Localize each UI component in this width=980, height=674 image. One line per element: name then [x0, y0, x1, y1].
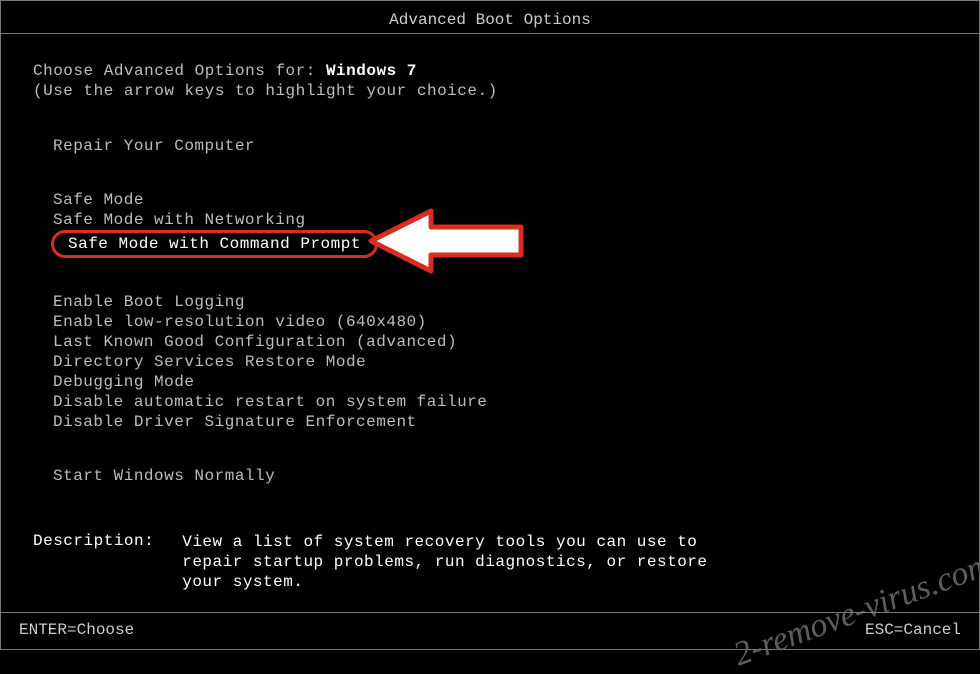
choose-prefix: Choose Advanced Options for:	[33, 62, 316, 80]
menu-item[interactable]: Repair Your Computer	[51, 136, 257, 156]
menu-item[interactable]: Start Windows Normally	[51, 466, 277, 486]
menu-item[interactable]: Directory Services Restore Mode	[51, 352, 368, 372]
description-label: Description:	[33, 532, 154, 592]
menu-item[interactable]: Enable low-resolution video (640x480)	[51, 312, 429, 332]
menu-item[interactable]: Debugging Mode	[51, 372, 196, 392]
menu-item[interactable]: Safe Mode with Networking	[51, 210, 308, 230]
description-text: View a list of system recovery tools you…	[182, 532, 712, 592]
status-bar: ENTER=Choose ESC=Cancel	[1, 612, 979, 649]
title-bar: Advanced Boot Options	[1, 1, 979, 34]
menu-group-gap	[51, 156, 947, 190]
menu-item[interactable]: Safe Mode with Command Prompt	[51, 230, 378, 258]
description-block: Description: View a list of system recov…	[33, 532, 947, 592]
content-area: Choose Advanced Options for: Windows 7 (…	[1, 34, 979, 592]
status-enter: ENTER=Choose	[19, 621, 134, 639]
status-esc: ESC=Cancel	[865, 621, 961, 639]
boot-menu[interactable]: Repair Your ComputerSafe ModeSafe Mode w…	[33, 136, 947, 486]
menu-item[interactable]: Disable automatic restart on system fail…	[51, 392, 489, 412]
menu-group-gap	[51, 258, 947, 292]
menu-item[interactable]: Safe Mode	[51, 190, 146, 210]
menu-item[interactable]: Enable Boot Logging	[51, 292, 247, 312]
page-title: Advanced Boot Options	[389, 11, 591, 29]
menu-item[interactable]: Last Known Good Configuration (advanced)	[51, 332, 459, 352]
menu-group-gap	[51, 432, 947, 466]
choose-line: Choose Advanced Options for: Windows 7	[33, 62, 947, 80]
hint-line: (Use the arrow keys to highlight your ch…	[33, 82, 947, 100]
menu-item[interactable]: Disable Driver Signature Enforcement	[51, 412, 419, 432]
os-name: Windows 7	[326, 62, 417, 80]
